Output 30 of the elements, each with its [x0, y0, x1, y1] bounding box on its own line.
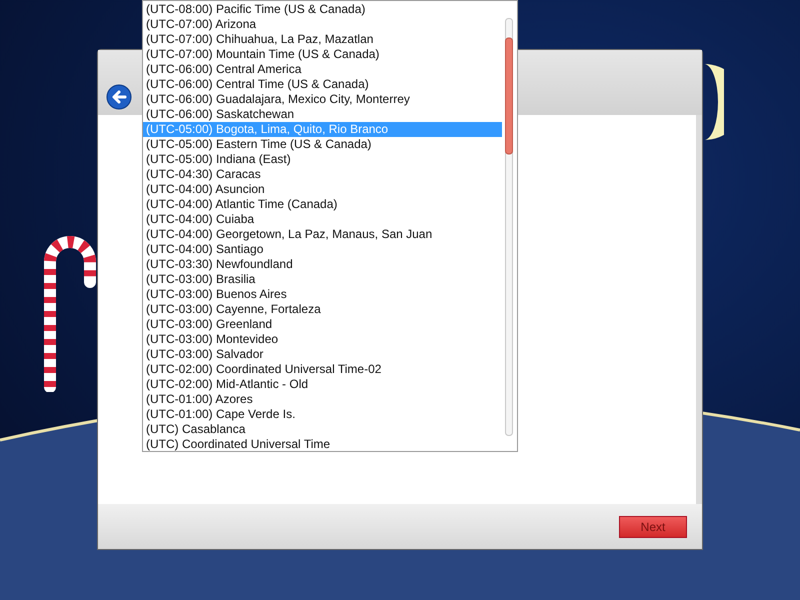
timezone-option[interactable]: (UTC-05:00) Indiana (East) — [143, 152, 502, 167]
timezone-option[interactable]: (UTC-03:00) Montevideo — [143, 332, 502, 347]
timezone-option[interactable]: (UTC-08:00) Pacific Time (US & Canada) — [143, 2, 502, 17]
scrollbar[interactable] — [505, 18, 513, 436]
timezone-option[interactable]: (UTC) Coordinated Universal Time — [143, 437, 502, 452]
timezone-option[interactable]: (UTC-03:00) Cayenne, Fortaleza — [143, 302, 502, 317]
timezone-option[interactable]: (UTC-06:00) Guadalajara, Mexico City, Monterrey — [143, 92, 502, 107]
timezone-option[interactable]: (UTC-06:00) Central Time (US & Canada) — [143, 77, 502, 92]
timezone-option[interactable]: (UTC-04:00) Santiago — [143, 242, 502, 257]
timezone-option[interactable]: (UTC-04:00) Georgetown, La Paz, Manaus, San Juan — [143, 227, 502, 242]
timezone-option[interactable]: (UTC-03:00) Salvador — [143, 347, 502, 362]
timezone-option[interactable]: (UTC-04:30) Caracas — [143, 167, 502, 182]
timezone-option[interactable]: (UTC-02:00) Mid-Atlantic - Old — [143, 377, 502, 392]
timezone-option[interactable]: (UTC-03:00) Brasilia — [143, 272, 502, 287]
timezone-option[interactable]: (UTC-07:00) Mountain Time (US & Canada) — [143, 47, 502, 62]
timezone-option[interactable]: (UTC-07:00) Arizona — [143, 17, 502, 32]
timezone-option[interactable]: (UTC-06:00) Central America — [143, 62, 502, 77]
timezone-option[interactable]: (UTC-04:00) Atlantic Time (Canada) — [143, 197, 502, 212]
timezone-option[interactable]: (UTC-04:00) Cuiaba — [143, 212, 502, 227]
timezone-option[interactable]: (UTC-01:00) Azores — [143, 392, 502, 407]
timezone-option[interactable]: (UTC-04:00) Asuncion — [143, 182, 502, 197]
timezone-option[interactable]: (UTC-03:30) Newfoundland — [143, 257, 502, 272]
timezone-option[interactable]: (UTC-01:00) Cape Verde Is. — [143, 407, 502, 422]
timezone-option[interactable]: (UTC-03:00) Greenland — [143, 317, 502, 332]
timezone-option[interactable]: (UTC-02:00) Coordinated Universal Time-02 — [143, 362, 502, 377]
timezone-option[interactable]: (UTC) Casablanca — [143, 422, 502, 437]
timezone-option[interactable]: (UTC-05:00) Eastern Time (US & Canada) — [143, 137, 502, 152]
timezone-option[interactable]: (UTC-03:00) Buenos Aires — [143, 287, 502, 302]
timezone-option[interactable]: (UTC-06:00) Saskatchewan — [143, 107, 502, 122]
timezone-option[interactable]: (UTC-07:00) Chihuahua, La Paz, Mazatlan — [143, 32, 502, 47]
